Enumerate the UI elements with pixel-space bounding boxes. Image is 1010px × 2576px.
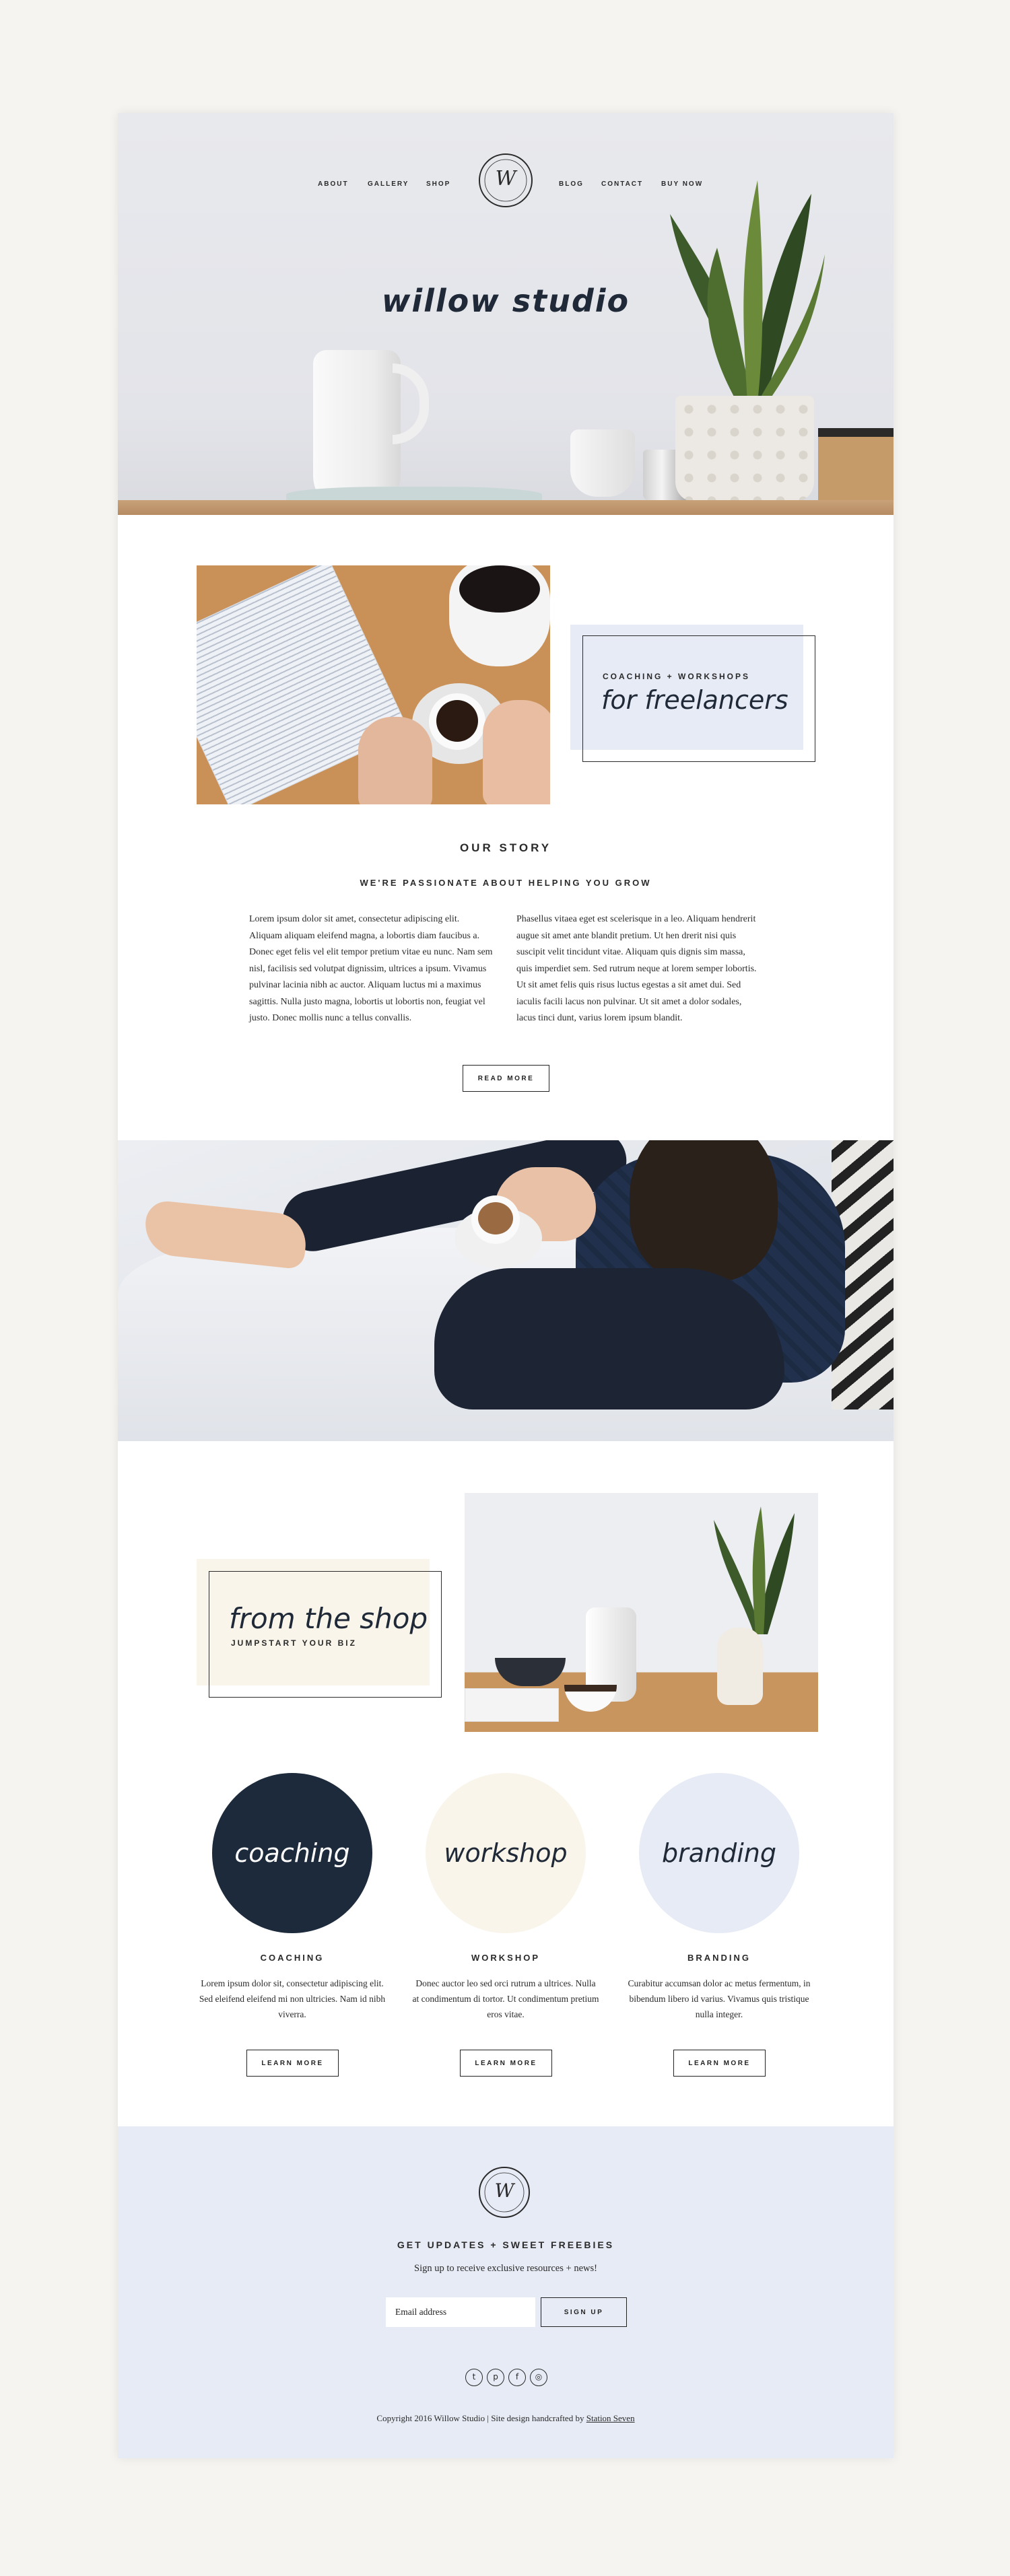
nav-about[interactable]: ABOUT xyxy=(318,180,349,188)
main-nav: ABOUT GALLERY SHOP W BLOG CONTACT BUY NO… xyxy=(118,145,894,207)
hand-decoration xyxy=(358,717,432,804)
footer: W GET UPDATES + SWEET FREEBIES Sign up t… xyxy=(118,2126,894,2458)
hair-decoration xyxy=(630,1140,778,1282)
branding-description: Curabitur accumsan dolor ac metus fermen… xyxy=(628,1978,811,2019)
branding-title: BRANDING xyxy=(687,1953,751,1963)
wooden-box-decoration xyxy=(818,428,894,502)
nav-gallery[interactable]: GALLERY xyxy=(368,180,409,188)
coaching-title: COACHING xyxy=(260,1953,325,1963)
shop-photo xyxy=(465,1493,818,1732)
cup-decoration xyxy=(564,1685,617,1712)
page: ABOUT GALLERY SHOP W BLOG CONTACT BUY NO… xyxy=(118,113,894,2458)
instagram-icon[interactable]: ◎ xyxy=(530,2369,547,2386)
logo-badge[interactable]: W xyxy=(479,153,533,207)
copyright: Copyright 2016 Willow Studio | Site desi… xyxy=(118,2413,894,2424)
credit-link[interactable]: Station Seven xyxy=(586,2413,635,2423)
hero-title: willow studio xyxy=(381,283,630,319)
nav-contact[interactable]: CONTACT xyxy=(601,180,643,188)
story-column-left: Lorem ipsum dolor sit amet, consectetur … xyxy=(249,914,493,1023)
workshop-circle[interactable]: workshop xyxy=(426,1773,586,1933)
story-heading: OUR STORY xyxy=(459,841,552,854)
social-links: t p f ◎ xyxy=(465,2369,547,2388)
cups-decoration xyxy=(570,429,635,497)
story-column-right: Phasellus vitaea eget est scelerisque in… xyxy=(516,914,757,1023)
shop-script-title: from the shop xyxy=(229,1602,428,1635)
pinterest-icon[interactable]: p xyxy=(487,2369,504,2386)
coaching-learn-more-button[interactable]: LEARN MORE xyxy=(246,2050,339,2077)
shelf-decoration xyxy=(118,500,894,515)
twitter-icon[interactable]: t xyxy=(465,2369,483,2386)
hero-section: ABOUT GALLERY SHOP W BLOG CONTACT BUY NO… xyxy=(118,113,894,515)
pitcher-decoration xyxy=(313,350,401,502)
book-decoration xyxy=(465,1688,559,1722)
facebook-icon[interactable]: f xyxy=(508,2369,526,2386)
email-input[interactable] xyxy=(386,2297,535,2327)
plant-leaves-decoration xyxy=(714,1506,795,1634)
planter-decoration xyxy=(675,396,814,502)
footer-logo-letter: W xyxy=(494,2180,514,2202)
nav-blog[interactable]: BLOG xyxy=(559,180,584,188)
pitcher-handle-decoration xyxy=(393,363,429,444)
footer-logo-badge[interactable]: W xyxy=(479,2167,530,2218)
coaching-eyebrow: COACHING + WORKSHOPS xyxy=(603,672,751,681)
coaching-script-title: for freelancers xyxy=(601,685,788,715)
lap-decoration xyxy=(434,1268,784,1409)
nav-shop[interactable]: SHOP xyxy=(426,180,450,188)
coffee-decoration xyxy=(436,700,478,742)
nav-buy-now[interactable]: BUY NOW xyxy=(661,180,703,188)
coffee-book-photo xyxy=(197,565,550,804)
workshop-learn-more-button[interactable]: LEARN MORE xyxy=(460,2050,552,2077)
workshop-title: WORKSHOP xyxy=(471,1953,540,1963)
bowl-decoration xyxy=(495,1658,566,1686)
workshop-description: Donec auctor leo sed orci rutrum a ultri… xyxy=(412,1978,599,2019)
branding-circle[interactable]: branding xyxy=(639,1773,799,1933)
story-subheading: WE'RE PASSIONATE ABOUT HELPING YOU GROW xyxy=(360,878,652,888)
logo-letter: W xyxy=(495,167,516,190)
coaching-description: Lorem ipsum dolor sit, consectetur adipi… xyxy=(199,1978,386,2019)
jar-coffee-decoration xyxy=(459,565,540,613)
shop-eyebrow: JUMPSTART YOUR BIZ xyxy=(231,1638,357,1648)
sign-up-button[interactable]: SIGN UP xyxy=(541,2297,627,2327)
coaching-circle[interactable]: coaching xyxy=(212,1773,372,1933)
copyright-text: Copyright 2016 Willow Studio | Site desi… xyxy=(376,2413,584,2423)
newsletter-heading: GET UPDATES + SWEET FREEBIES xyxy=(397,2239,615,2250)
branding-learn-more-button[interactable]: LEARN MORE xyxy=(673,2050,766,2077)
read-more-button[interactable]: READ MORE xyxy=(463,1065,549,1092)
banner-photo xyxy=(118,1140,894,1441)
coffee-decoration xyxy=(478,1202,513,1234)
vase-decoration xyxy=(717,1628,763,1705)
newsletter-subheading: Sign up to receive exclusive resources +… xyxy=(414,2263,597,2274)
hand-decoration xyxy=(483,700,550,804)
